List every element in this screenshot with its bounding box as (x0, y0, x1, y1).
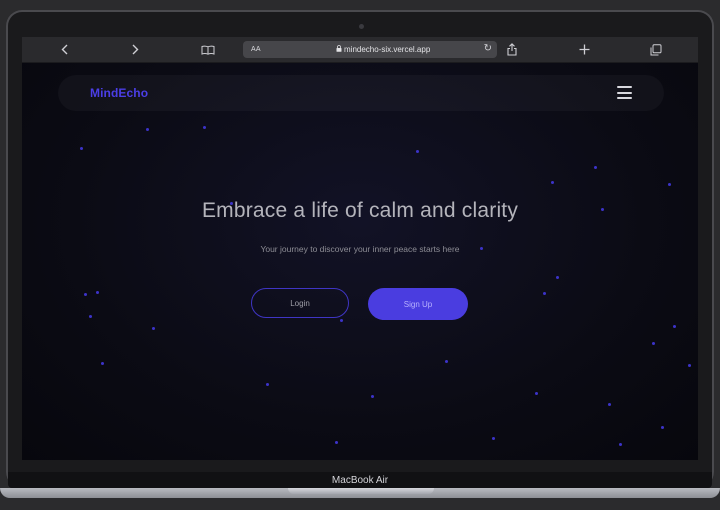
web-page: MindEcho Embrace a life of calm and clar… (22, 63, 698, 460)
browser-toolbar: AA mindecho-six.vercel.app ↻ (22, 37, 698, 63)
url-text: mindecho-six.vercel.app (344, 45, 431, 54)
star-dot (340, 319, 343, 322)
star-dot (673, 325, 676, 328)
forward-icon[interactable] (124, 41, 146, 58)
star-dot (146, 128, 149, 131)
star-dot (152, 327, 155, 330)
hero-title: Embrace a life of calm and clarity (201, 199, 519, 222)
laptop-base: MacBook Air (0, 472, 720, 510)
laptop-opening-notch (288, 488, 434, 494)
star-dot (80, 147, 83, 150)
address-bar[interactable]: AA mindecho-six.vercel.app ↻ (243, 41, 497, 58)
star-dot (101, 362, 104, 365)
hero-subtitle: Your journey to discover your inner peac… (260, 244, 460, 254)
book-icon[interactable] (197, 41, 219, 58)
model-label: MacBook Air (331, 475, 389, 486)
login-button[interactable]: Login (251, 288, 349, 318)
tabs-icon[interactable] (645, 41, 667, 58)
reload-icon[interactable]: ↻ (484, 43, 492, 54)
star-dot (535, 392, 538, 395)
star-dot (661, 426, 664, 429)
star-dot (203, 126, 206, 129)
star-dot (445, 360, 448, 363)
star-dot (652, 342, 655, 345)
star-dot (96, 291, 99, 294)
site-navbar: MindEcho (58, 75, 664, 111)
share-icon[interactable] (501, 41, 523, 58)
star-dot (492, 437, 495, 440)
star-dot (335, 441, 338, 444)
star-dot (594, 166, 597, 169)
star-dot (608, 403, 611, 406)
star-dot (668, 183, 671, 186)
brand-logo[interactable]: MindEcho (90, 86, 148, 100)
star-dot (688, 364, 691, 367)
star-dot (543, 292, 546, 295)
reader-aa-button[interactable]: AA (251, 46, 261, 53)
signup-button[interactable]: Sign Up (368, 288, 468, 320)
star-dot (416, 150, 419, 153)
plus-icon[interactable] (573, 41, 595, 58)
back-icon[interactable] (53, 41, 75, 58)
hamburger-menu-icon[interactable] (617, 86, 632, 99)
laptop-screen: AA mindecho-six.vercel.app ↻ MindEcho Em… (22, 37, 698, 460)
star-dot (89, 315, 92, 318)
star-dot (556, 276, 559, 279)
star-dot (84, 293, 87, 296)
star-dot (371, 395, 374, 398)
camera-icon (359, 24, 364, 29)
star-dot (266, 383, 269, 386)
star-dot (619, 443, 622, 446)
star-dot (551, 181, 554, 184)
lock-icon (336, 45, 342, 52)
